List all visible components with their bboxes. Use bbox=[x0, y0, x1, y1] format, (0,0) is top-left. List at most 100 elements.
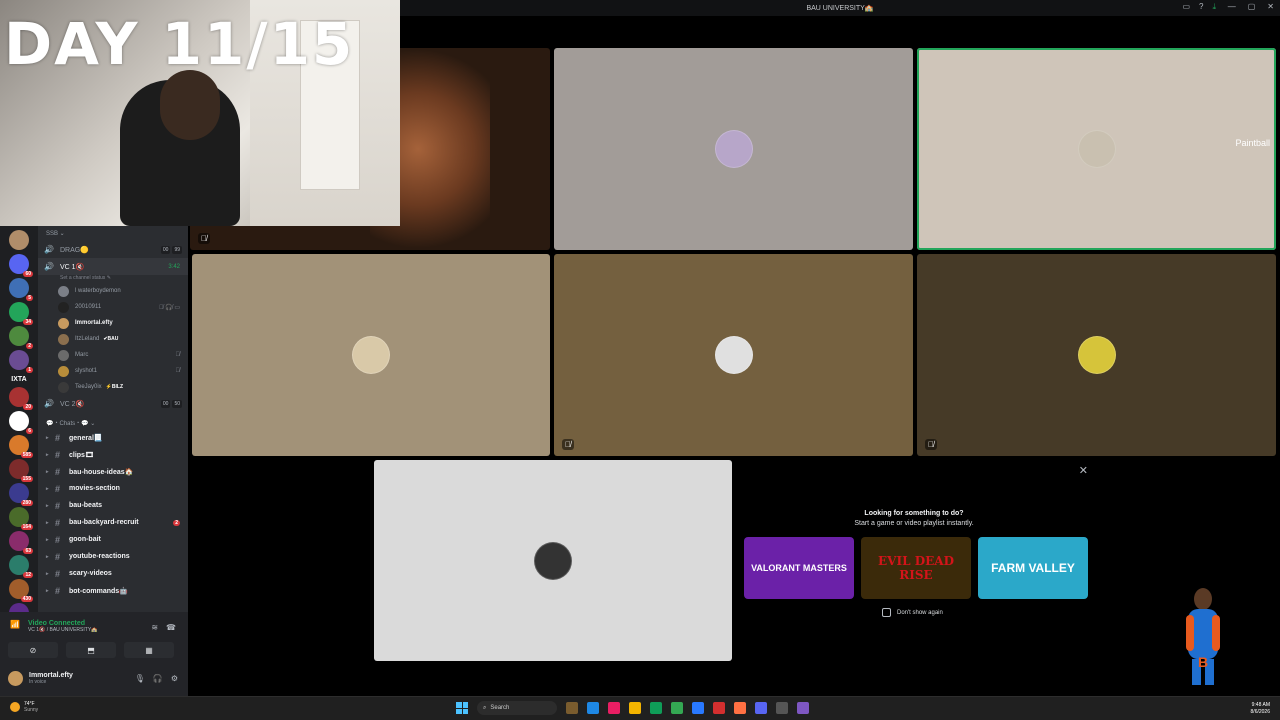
close-icon[interactable]: ✕ bbox=[1267, 2, 1274, 11]
user-controls: 🎙 🎧 ⚙ bbox=[135, 674, 178, 683]
voice-member[interactable]: Marc 🎙̸ bbox=[38, 347, 188, 363]
text-channel[interactable]: ▸ # scary-videos bbox=[38, 565, 188, 582]
minimize-icon[interactable]: — bbox=[1228, 2, 1236, 11]
video-tile-user[interactable] bbox=[374, 460, 732, 661]
text-channel[interactable]: ▸ # bau-house-ideas🏠 bbox=[38, 463, 188, 480]
system-clock[interactable]: 9:48 AM 8/6/2026 bbox=[1251, 702, 1270, 716]
weather-widget[interactable]: 74°F Sunny bbox=[10, 701, 38, 713]
avatar bbox=[714, 130, 753, 168]
server-icon[interactable]: 2 bbox=[9, 326, 33, 349]
text-channel-name: goon-bait bbox=[69, 536, 101, 543]
activity-title: Looking for something to do? bbox=[864, 510, 964, 517]
voice-member[interactable]: slyshot1 🎙̸ bbox=[38, 363, 188, 379]
voice-member[interactable]: ItzLeland ✔BAU bbox=[38, 331, 188, 347]
taskbar-search[interactable]: ⌕ Search bbox=[477, 701, 557, 715]
server-icon[interactable]: 430 bbox=[9, 579, 33, 602]
server-icon[interactable]: 60 bbox=[9, 254, 33, 277]
voice-member[interactable]: l waterboydemon bbox=[38, 283, 188, 299]
server-icon[interactable]: 34 bbox=[9, 302, 33, 325]
close-icon[interactable]: ✕ bbox=[1079, 464, 1088, 477]
download-icon[interactable]: ⤓ bbox=[1212, 2, 1216, 12]
webcam-person-head bbox=[160, 70, 220, 140]
channel-list: SSB ⌄ 🔊 DRAG🟡 00 99 🔊 VC 1🔇 3:42 Set a c… bbox=[38, 226, 188, 612]
search-placeholder: Search bbox=[490, 705, 510, 711]
taskbar-app-icon[interactable] bbox=[608, 702, 620, 714]
voice-count: 00 bbox=[160, 245, 171, 254]
server-text-icon[interactable]: IXTA bbox=[0, 376, 38, 383]
headphones-icon[interactable]: 🎧 bbox=[153, 674, 163, 683]
dont-show-checkbox[interactable] bbox=[882, 608, 891, 617]
chevron-right-icon: ▸ bbox=[46, 536, 49, 543]
server-icon[interactable]: 155 bbox=[9, 459, 33, 482]
channel-status[interactable]: Set a channel status ✎ bbox=[38, 275, 188, 283]
taskbar-app-icon[interactable] bbox=[692, 702, 704, 714]
voice-channel-drag[interactable]: 🔊 DRAG🟡 00 99 bbox=[38, 241, 188, 258]
taskbar-app-icon[interactable] bbox=[734, 702, 746, 714]
activity-card-evil-dead[interactable]: EVIL DEAD RISE bbox=[861, 537, 971, 599]
taskbar-app-icon[interactable] bbox=[587, 702, 599, 714]
activity-card-valorant[interactable]: VALORANT MASTERS bbox=[744, 537, 854, 599]
voice-member[interactable]: TeeJay0ix ⚡BILZ bbox=[38, 379, 188, 395]
taskbar-app-icon[interactable] bbox=[776, 702, 788, 714]
taskbar-app-icon[interactable] bbox=[797, 702, 809, 714]
noise-suppression-icon[interactable]: ≋ bbox=[151, 623, 158, 632]
text-channel[interactable]: ▸ # bau-backyard-recruit 2 bbox=[38, 514, 188, 531]
server-icon[interactable]: 585 bbox=[9, 435, 33, 458]
microphone-icon[interactable]: 🎙 bbox=[135, 674, 145, 683]
clock-date: 8/6/2026 bbox=[1250, 709, 1270, 715]
taskbar-app-icon[interactable] bbox=[671, 702, 683, 714]
server-icon[interactable]: 6 bbox=[9, 411, 33, 434]
taskbar-app-icon[interactable] bbox=[629, 702, 641, 714]
maximize-icon[interactable]: ▢ bbox=[1248, 2, 1256, 11]
voice-member[interactable]: Immortal.efty bbox=[38, 315, 188, 331]
text-channel[interactable]: ▸ # goon-bait bbox=[38, 531, 188, 548]
voice-channel-vc2[interactable]: 🔊 VC 2🔇 00 50 bbox=[38, 395, 188, 412]
voice-limit: 99 bbox=[172, 245, 182, 254]
hash-icon: # bbox=[55, 466, 61, 477]
help-icon[interactable]: ? bbox=[1199, 2, 1203, 12]
dont-show-label: Don't show again bbox=[897, 609, 943, 616]
text-channel[interactable]: ▸ # bot-commands🤖 bbox=[38, 582, 188, 599]
video-tile-user[interactable] bbox=[554, 48, 913, 250]
activities-button[interactable]: ▦ bbox=[124, 642, 174, 658]
taskbar-app-icon[interactable] bbox=[713, 702, 725, 714]
taskbar-app-icon[interactable] bbox=[755, 702, 767, 714]
server-icon[interactable]: 12 bbox=[9, 555, 33, 578]
category-chats[interactable]: 💬・Chats・💬 ⌄ bbox=[38, 414, 188, 429]
text-channel[interactable]: ▸ # clips🎞 bbox=[38, 446, 188, 463]
server-icon[interactable]: 1 bbox=[9, 350, 33, 373]
avatar bbox=[58, 285, 69, 297]
server-icon[interactable]: 63 bbox=[9, 531, 33, 554]
text-channel[interactable]: ▸ # movies-section bbox=[38, 480, 188, 497]
video-tile-user[interactable]: 🎙̸ bbox=[554, 254, 913, 456]
video-tile-user[interactable]: Paintball bbox=[917, 48, 1276, 250]
video-tile-user[interactable] bbox=[192, 254, 550, 456]
server-icon[interactable]: 5 bbox=[9, 278, 33, 301]
text-channel-name: scary-videos bbox=[69, 570, 112, 577]
category-ssb[interactable]: SSB ⌄ bbox=[38, 226, 188, 241]
server-icon[interactable]: 164 bbox=[9, 507, 33, 530]
video-tile-user[interactable]: 🎙̸ bbox=[917, 254, 1276, 456]
taskbar-app-icon[interactable] bbox=[650, 702, 662, 714]
dont-show-again[interactable]: Don't show again bbox=[882, 608, 943, 617]
activity-card-farm-valley[interactable]: FARM VALLEY bbox=[978, 537, 1088, 599]
member-name: Immortal.efty bbox=[75, 320, 113, 326]
inbox-icon[interactable]: ▭ bbox=[1182, 2, 1190, 12]
server-icon[interactable]: 20 bbox=[9, 387, 33, 410]
avatar[interactable] bbox=[8, 670, 23, 686]
camera-off-button[interactable]: ⊘ bbox=[8, 642, 58, 658]
voice-channel-vc1[interactable]: 🔊 VC 1🔇 3:42 bbox=[38, 258, 188, 275]
text-channel[interactable]: ▸ # general📃 bbox=[38, 429, 188, 446]
server-icon[interactable]: 280 bbox=[9, 483, 33, 506]
gear-icon[interactable]: ⚙ bbox=[171, 674, 178, 683]
text-channel[interactable]: ▸ # bau-beats bbox=[38, 497, 188, 514]
disconnect-icon[interactable]: ☎ bbox=[166, 623, 176, 632]
server-icon[interactable] bbox=[9, 230, 29, 250]
taskbar-app-icon[interactable] bbox=[566, 702, 578, 714]
voice-location[interactable]: VC 1🔇 / BAU UNIVERSITY🏫 bbox=[28, 627, 97, 633]
screen-share-button[interactable]: ⬒ bbox=[66, 642, 116, 658]
voice-member[interactable]: 20010911 🎙̸ 🎧̸ ▭ bbox=[38, 299, 188, 315]
text-channel[interactable]: ▸ # youtube-reactions bbox=[38, 548, 188, 565]
windows-start-icon[interactable] bbox=[456, 702, 468, 714]
avatar bbox=[58, 333, 69, 345]
